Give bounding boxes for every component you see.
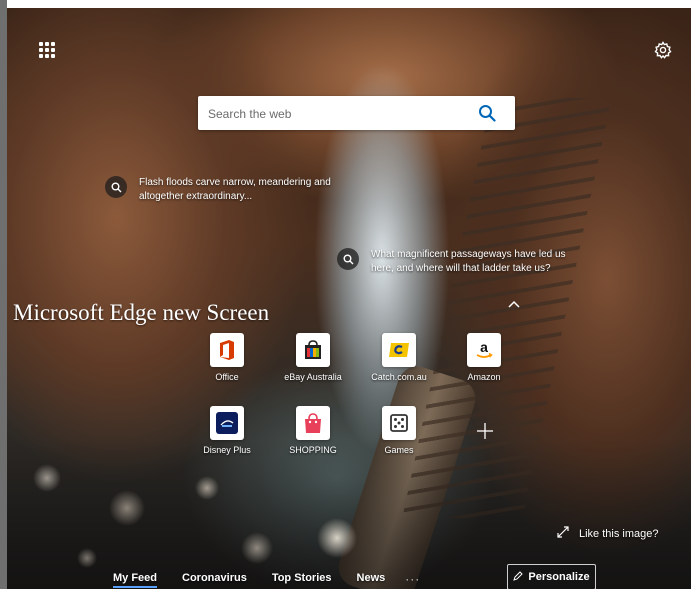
catch-icon <box>382 333 416 367</box>
chevron-up-icon[interactable] <box>507 296 521 308</box>
search-input[interactable] <box>206 96 470 132</box>
expand-arrow-icon <box>557 526 569 541</box>
tab-news[interactable]: News <box>357 570 386 588</box>
image-hotspot-1[interactable]: Flash floods carve narrow, meandering an… <box>105 176 339 204</box>
window-left-border <box>0 0 7 589</box>
tile-label: eBay Australia <box>284 372 342 382</box>
like-image-label: Like this image? <box>579 527 659 540</box>
tile-label: Games <box>384 445 414 455</box>
settings-gear-icon[interactable] <box>653 40 673 60</box>
quick-link-ebay[interactable]: eBay Australia <box>278 333 348 382</box>
background-image: Flash floods carve narrow, meandering an… <box>7 8 691 589</box>
quick-link-catch[interactable]: Catch.com.au <box>364 333 434 382</box>
quick-link-amazon[interactable]: a Amazon <box>449 333 519 382</box>
tile-label: Disney Plus <box>203 445 251 455</box>
amazon-icon: a <box>467 333 501 367</box>
window-top-border <box>7 0 691 8</box>
more-tabs-ellipsis-icon[interactable]: ··· <box>405 572 420 586</box>
image-hotspot-2[interactable]: What magnificent passageways have led us… <box>337 248 576 276</box>
feed-tabs: My Feed Coronavirus Top Stories News ··· <box>113 570 420 588</box>
hotspot-search-icon <box>337 248 359 270</box>
quick-link-disney-plus[interactable]: Disney Plus <box>192 406 262 455</box>
shopping-bag-icon <box>296 406 330 440</box>
app-launcher-icon[interactable] <box>39 42 55 58</box>
quick-link-office[interactable]: Office <box>192 333 262 382</box>
like-this-image-button[interactable]: Like this image? <box>557 526 659 541</box>
office-icon <box>210 333 244 367</box>
tile-label: Amazon <box>467 372 501 382</box>
hotspot-1-text: Flash floods carve narrow, meandering an… <box>139 177 331 202</box>
tab-top-stories[interactable]: Top Stories <box>272 570 332 588</box>
tile-label: SHOPPING <box>289 445 337 455</box>
pencil-icon <box>513 570 524 584</box>
hotspot-2-text: What magnificent passageways have led us… <box>371 249 566 274</box>
hotspot-search-icon <box>105 176 127 198</box>
tile-label: Catch.com.au <box>371 372 427 382</box>
quick-link-shopping[interactable]: SHOPPING <box>278 406 348 455</box>
search-icon[interactable] <box>478 104 496 122</box>
svg-text:a: a <box>480 339 488 355</box>
ebay-icon <box>296 333 330 367</box>
quick-link-games[interactable]: Games <box>364 406 434 455</box>
tab-my-feed[interactable]: My Feed <box>113 570 158 588</box>
add-site-plus-icon[interactable] <box>476 422 494 440</box>
search-box <box>198 96 515 132</box>
personalize-button[interactable]: Personalize <box>507 564 596 589</box>
games-icon <box>382 406 416 440</box>
tab-coronavirus[interactable]: Coronavirus <box>182 570 247 588</box>
disney-plus-icon <box>210 406 244 440</box>
personalize-label: Personalize <box>528 571 590 583</box>
tile-label: Office <box>215 372 239 382</box>
section-heading: Microsoft Edge new Screen <box>13 300 270 325</box>
